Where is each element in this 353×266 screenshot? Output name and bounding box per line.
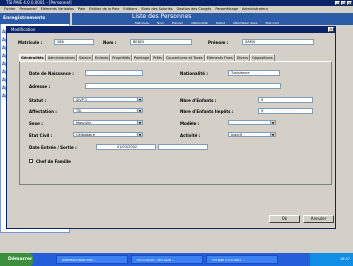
taskbar-item[interactable]: Document3 - Microsoft ... [131, 255, 203, 264]
nbre-enfants-field[interactable]: 0 [258, 97, 313, 103]
taskbar-item[interactable]: PAIEMMA/CNAM DOC... [56, 255, 128, 264]
clock: 16:57 [339, 257, 350, 261]
dialog-close-icon[interactable]: × [328, 27, 334, 32]
affectation-value: TSI [76, 109, 82, 113]
modele-select[interactable]: ▼ [228, 120, 276, 125]
chef-famille-label: Chef de Famille [36, 159, 71, 164]
date-sortie-field[interactable] [158, 144, 208, 150]
menu-item[interactable]: Paramétrage [215, 6, 238, 12]
window-controls: _ □ × [335, 1, 352, 5]
date-entree-sortie-label: Date Entrée / Sortie : [29, 145, 77, 150]
records-window-title: Enregistrements [0, 13, 70, 24]
nationalite-label: Nationalité : [180, 71, 208, 76]
tab-oppositions[interactable]: Oppositions [250, 54, 275, 61]
menu-item[interactable]: Edition de la Paie [89, 6, 119, 12]
taskbar-item[interactable]: TSI PAIE 4.0.0.0001 ... [206, 255, 278, 264]
nationalite-field[interactable]: Tunisienne [228, 70, 280, 76]
persons-list-header: Matricule Nom Prénom Nationalité Statut … [135, 21, 345, 25]
adresse-label: Adresse : [29, 84, 51, 89]
prenom-label: Prénom : [208, 40, 229, 45]
column-header[interactable]: Matricule [135, 21, 149, 25]
affectation-label: Affectation : [29, 109, 57, 114]
menu-item[interactable]: Eléments Variables [41, 6, 74, 12]
column-header[interactable]: Prénom [172, 21, 183, 25]
start-label: Démarrer [8, 257, 33, 262]
dialog-title: Modification [11, 27, 36, 32]
chevron-down-icon[interactable]: ▼ [270, 133, 275, 136]
tab-divers[interactable]: Divers [234, 54, 251, 61]
sexe-value: Masculin [76, 121, 92, 125]
etat-civil-value: Célibataire [76, 133, 95, 137]
column-header[interactable]: Nationalité [191, 21, 207, 25]
persons-list-title: Liste des Personnes [132, 13, 192, 20]
column-header[interactable]: Etat Civil [265, 21, 278, 25]
tab-salaire[interactable]: Salaire [77, 54, 94, 61]
affectation-select[interactable]: TSI ▼ [73, 108, 143, 113]
menu-bar: Fichier Personnel Eléments Variables Pai… [0, 6, 353, 12]
date-naissance-field[interactable] [85, 70, 143, 76]
menu-item[interactable]: Editions [123, 6, 137, 12]
menu-item[interactable]: Personnel [19, 6, 36, 12]
nbre-enfants-label: Nbre d'Enfants : [180, 98, 217, 103]
statut-label: Statut : [29, 98, 47, 103]
system-tray: 16:57 [310, 253, 353, 266]
activite-select[interactable]: Inactif ▼ [228, 132, 276, 137]
adresse-field[interactable] [85, 83, 281, 89]
generalites-panel [19, 61, 332, 185]
chevron-down-icon[interactable]: ▼ [270, 121, 275, 124]
tab-couvertures-taxes[interactable]: Couvertures et Taxes [163, 54, 205, 61]
date-entree-field[interactable]: 01/03/2002 [96, 144, 156, 150]
menu-item[interactable]: Etats des Salariés [141, 6, 172, 12]
matricule-field[interactable]: 286 [54, 39, 94, 45]
dialog-title-bar: Modification [6, 26, 336, 33]
sexe-select[interactable]: Masculin ▼ [73, 120, 143, 125]
etat-civil-label: Etat Civil : [29, 133, 53, 138]
menu-item[interactable]: Paie [78, 6, 85, 12]
chevron-down-icon[interactable]: ▼ [137, 121, 142, 124]
tab-proprietes[interactable]: Propriétés [110, 54, 132, 61]
modele-label: Modèle : [180, 121, 200, 126]
column-header[interactable]: Statut [216, 21, 225, 25]
cancel-button[interactable]: Annuler [303, 215, 334, 223]
prenom-field[interactable]: SAMIJ [242, 39, 314, 45]
statut-select[interactable]: SIVP 1 ▼ [73, 97, 143, 102]
column-header[interactable]: Nom [157, 21, 164, 25]
matricule-label: Matricule : [18, 40, 43, 45]
activite-value: Inactif [231, 133, 242, 137]
chevron-down-icon[interactable]: ▼ [137, 109, 142, 112]
tab-bar: Généralités Administratives Salaire Enfa… [19, 54, 332, 61]
chef-famille-checkbox[interactable] [29, 159, 33, 163]
statut-value: SIVP 1 [76, 98, 88, 102]
minimize-icon[interactable]: _ [335, 1, 340, 5]
chevron-down-icon[interactable]: ▼ [137, 98, 142, 101]
tab-elements-fixes[interactable]: Eléments Fixes [204, 54, 235, 61]
close-icon[interactable]: × [347, 1, 352, 5]
nbre-enfants-impots-field[interactable]: 0 [258, 108, 313, 114]
activite-label: Activité : [180, 133, 201, 138]
maximize-icon[interactable]: □ [341, 1, 346, 5]
date-naissance-label: Date de Naissance : [29, 71, 74, 76]
column-header[interactable]: Affectation Sexe [233, 21, 258, 25]
etat-civil-select[interactable]: Célibataire ▼ [73, 132, 143, 137]
nom-label: Nom : [103, 40, 117, 45]
tab-prets[interactable]: Prêts [151, 54, 164, 61]
start-button[interactable]: Démarrer [0, 253, 33, 266]
tab-administratives[interactable]: Administratives [45, 54, 78, 61]
menu-item[interactable]: Gestion des Congés [177, 6, 212, 12]
app-title: TSI PAIE 4.0.0.0001 - [Personnel] [6, 0, 72, 5]
tab-pointage[interactable]: Pointage [131, 54, 152, 61]
menu-item[interactable]: Fichier [4, 6, 15, 12]
menu-item[interactable]: Administrateur [242, 6, 268, 12]
nbre-enfants-impots-label: Nbre d'Enfants Impôts : [180, 109, 234, 114]
tab-enfants[interactable]: Enfants [93, 54, 111, 61]
tab-generalites[interactable]: Généralités [19, 54, 46, 61]
sexe-label: Sexe : [29, 121, 43, 126]
ok-button[interactable]: Ok [269, 215, 300, 223]
chevron-down-icon[interactable]: ▼ [137, 133, 142, 136]
nom-field[interactable]: BEDDI [130, 39, 192, 45]
